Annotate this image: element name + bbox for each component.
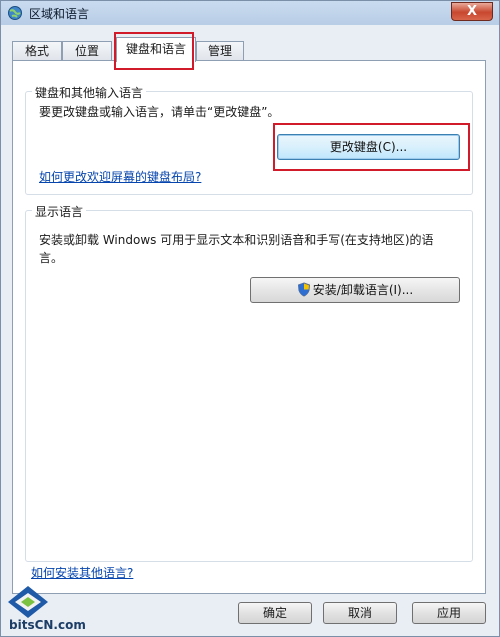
window-title: 区域和语言 (29, 7, 90, 21)
install-uninstall-languages-label: 安装/卸载语言(I)... (312, 283, 414, 297)
keyboard-group-title: 键盘和其他输入语言 (32, 84, 147, 101)
display-language-group: 显示语言 (25, 203, 473, 562)
watermark-logo-icon (8, 586, 48, 618)
ok-button[interactable]: 确定 (238, 602, 312, 624)
globe-icon (8, 6, 22, 20)
display-language-description-line1: 安装或卸载 Windows 可用于显示文本和识别语音和手写(在支持地区)的语 (39, 233, 434, 247)
apply-button[interactable]: 应用 (412, 602, 486, 624)
site-watermark: bitsCN.com (3, 584, 93, 636)
change-keyboard-highlight-box (273, 123, 470, 171)
title-bar[interactable]: 区域和语言 X (1, 1, 499, 25)
watermark-text: bitsCN.com (9, 618, 86, 632)
install-uninstall-languages-button[interactable]: 安装/卸载语言(I)... (250, 277, 460, 303)
region-language-dialog: 区域和语言 X 格式 位置 键盘和语言 管理 键盘和其他输入语言 要更改键盘或输… (0, 0, 500, 637)
close-button[interactable]: X (451, 2, 493, 21)
install-other-languages-link[interactable]: 如何安装其他语言? (31, 564, 133, 581)
uac-shield-icon (297, 282, 310, 297)
tab-administrative[interactable]: 管理 (196, 41, 244, 61)
keyboard-description: 要更改键盘或输入语言，请单击“更改键盘”。 (39, 105, 280, 119)
tab-location[interactable]: 位置 (62, 41, 112, 61)
cancel-button[interactable]: 取消 (323, 602, 397, 624)
display-language-group-title: 显示语言 (32, 203, 87, 220)
display-language-description-line2: 言。 (39, 251, 64, 265)
tab-highlight-box (114, 32, 194, 70)
welcome-keyboard-layout-link[interactable]: 如何更改欢迎屏幕的键盘布局? (39, 168, 201, 185)
tab-formats[interactable]: 格式 (12, 41, 62, 61)
